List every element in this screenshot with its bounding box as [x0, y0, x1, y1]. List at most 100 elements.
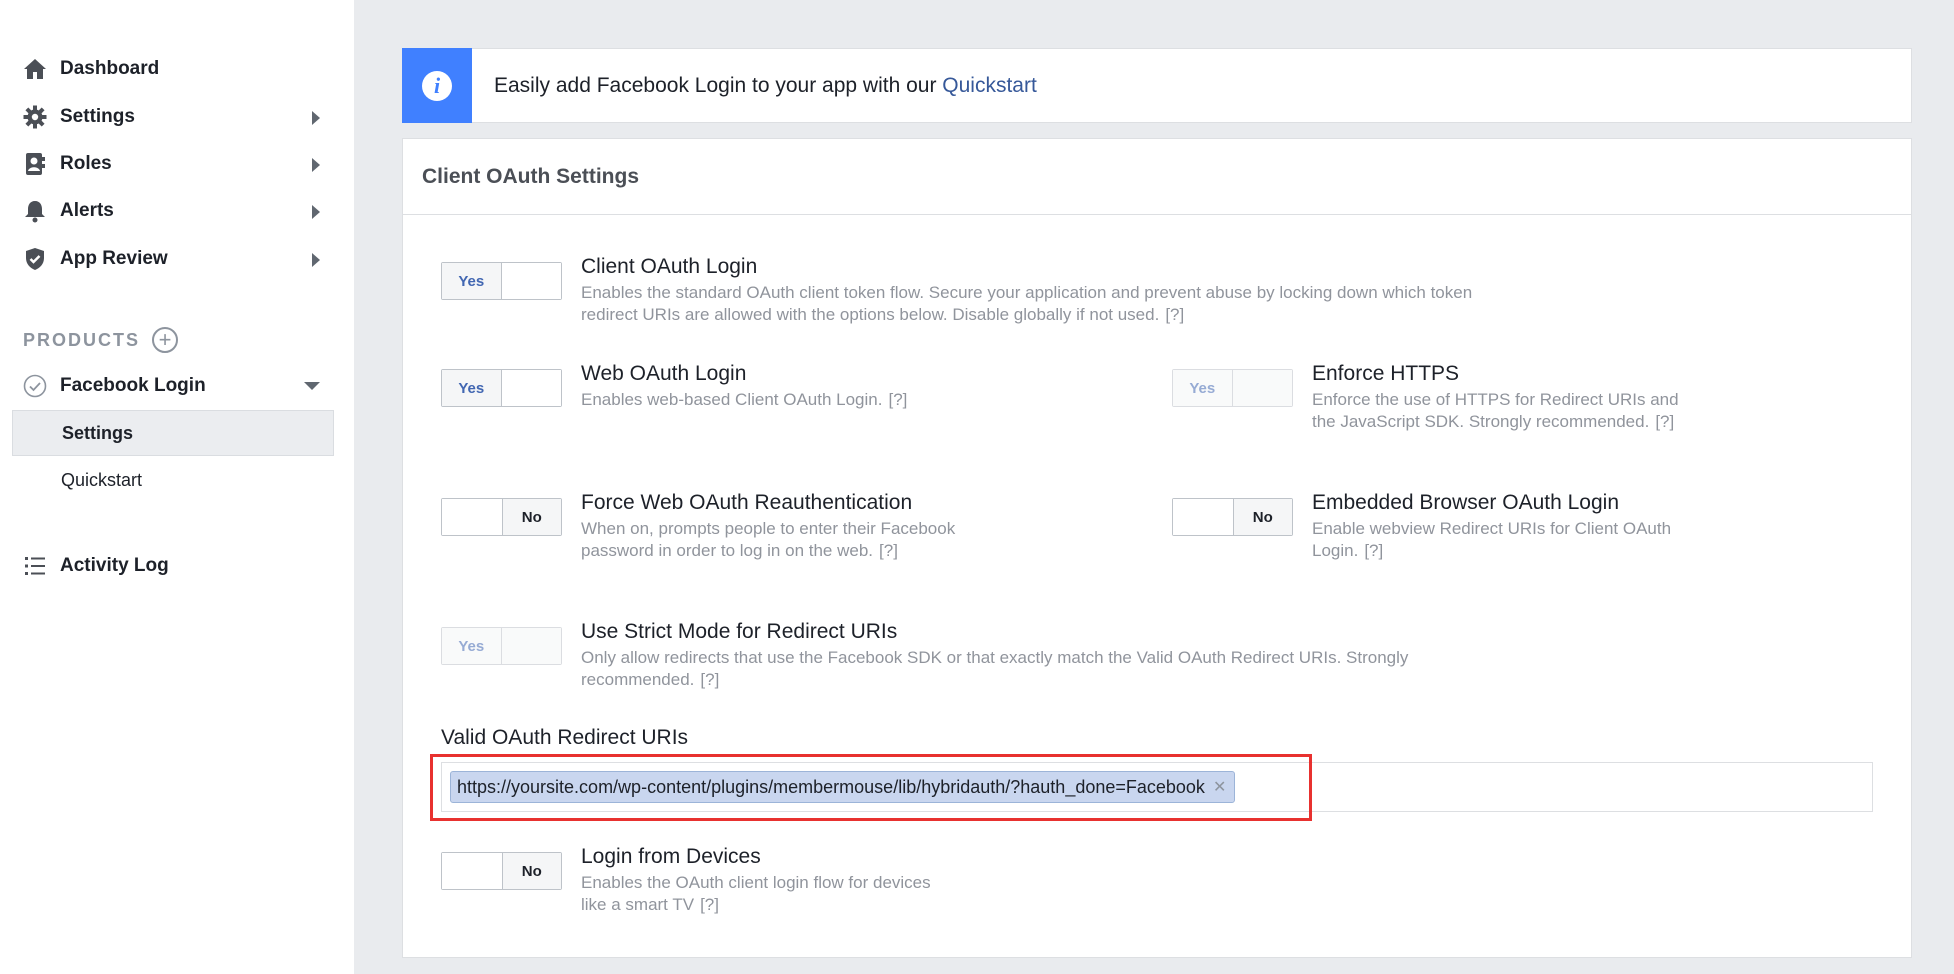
setting-body: Web OAuth Login Enables web-based Client…: [581, 361, 907, 411]
help-link[interactable]: [?]: [888, 390, 907, 409]
setting-description: Enforce the use of HTTPS for Redirect UR…: [1312, 389, 1682, 433]
enforce-https-toggle[interactable]: Yes: [1172, 369, 1293, 407]
toggle-yes-label: Yes: [1173, 370, 1233, 406]
setting-embedded-browser: No Embedded Browser OAuth Login Enable w…: [1172, 490, 1692, 562]
highlight-box: [430, 754, 1312, 821]
setting-login-devices: No Login from Devices Enables the OAuth …: [441, 844, 961, 916]
home-icon: [22, 56, 48, 82]
setting-body: Embedded Browser OAuth Login Enable webv…: [1312, 490, 1682, 562]
banner-message: Easily add Facebook Login to your app wi…: [494, 73, 943, 97]
sidebar: Dashboard Settings Roles Alerts App Revi…: [0, 0, 354, 974]
sidebar-item-app-review[interactable]: App Review: [22, 244, 342, 274]
toggle-yes-label: Yes: [442, 263, 502, 299]
strict-mode-toggle[interactable]: Yes: [441, 627, 562, 665]
shield-check-icon: [22, 246, 48, 272]
client-oauth-login-toggle[interactable]: Yes: [441, 262, 562, 300]
sidebar-item-label: Facebook Login: [60, 375, 206, 396]
setting-title: Use Strict Mode for Redirect URIs: [581, 620, 898, 643]
setting-title: Embedded Browser OAuth Login: [1312, 491, 1620, 514]
sidebar-subitem-label: Quickstart: [61, 469, 143, 490]
sidebar-item-label: App Review: [60, 248, 168, 269]
setting-client-oauth-login: Yes Client OAuth Login Enables the stand…: [441, 254, 1501, 326]
sidebar-item-alerts[interactable]: Alerts: [22, 196, 342, 226]
setting-description: Enable webview Redirect URIs for Client …: [1312, 518, 1682, 562]
sidebar-item-facebook-login[interactable]: Facebook Login: [22, 371, 342, 401]
setting-title: Client OAuth Login: [581, 255, 758, 278]
chevron-down-icon: [304, 382, 320, 390]
setting-desc-text: When on, prompts people to enter their F…: [581, 519, 956, 560]
chevron-right-icon: [312, 253, 320, 267]
setting-desc-text: Enforce the use of HTTPS for Redirect UR…: [1312, 390, 1679, 431]
setting-body: Login from Devices Enables the OAuth cli…: [581, 844, 941, 916]
setting-body: Client OAuth Login Enables the standard …: [581, 254, 1501, 326]
web-oauth-login-toggle[interactable]: Yes: [441, 369, 562, 407]
chevron-right-icon: [312, 158, 320, 172]
help-link[interactable]: [?]: [1165, 305, 1184, 324]
setting-description: Enables the OAuth client login flow for …: [581, 872, 941, 916]
setting-title: Force Web OAuth Reauthentication: [581, 491, 913, 514]
toggle-no-label: No: [501, 853, 561, 889]
setting-body: Enforce HTTPS Enforce the use of HTTPS f…: [1312, 361, 1682, 433]
chevron-right-icon: [312, 205, 320, 219]
products-header: PRODUCTS +: [23, 327, 179, 353]
setting-force-reauth: No Force Web OAuth Reauthentication When…: [441, 490, 961, 562]
info-icon: i: [422, 70, 452, 101]
sidebar-item-dashboard[interactable]: Dashboard: [22, 54, 342, 84]
sidebar-subitem-quickstart[interactable]: Quickstart: [12, 457, 334, 503]
quickstart-banner: i Easily add Facebook Login to your app …: [402, 48, 1912, 123]
toggle-blank: [442, 853, 502, 889]
toggle-yes-label: Yes: [442, 370, 502, 406]
check-circle-icon: [22, 373, 48, 399]
setting-description: Enables web-based Client OAuth Login. [?]: [581, 389, 907, 411]
toggle-blank: [501, 370, 561, 406]
setting-desc-text: Enables the standard OAuth client token …: [581, 283, 1473, 324]
sidebar-subitem-label: Settings: [62, 422, 134, 443]
redirect-uris-label: Valid OAuth Redirect URIs: [441, 726, 689, 749]
setting-body: Use Strict Mode for Redirect URIs Only a…: [581, 619, 1521, 691]
setting-enforce-https: Yes Enforce HTTPS Enforce the use of HTT…: [1172, 361, 1692, 433]
setting-description: Only allow redirects that use the Facebo…: [581, 647, 1521, 691]
gear-icon: [22, 104, 48, 130]
toggle-no-label: No: [1232, 499, 1292, 535]
setting-body: Force Web OAuth Reauthentication When on…: [581, 490, 961, 562]
quickstart-link[interactable]: Quickstart: [942, 74, 1037, 97]
sidebar-item-label: Activity Log: [60, 555, 169, 576]
setting-description: Enables the standard OAuth client token …: [581, 282, 1501, 326]
products-label: PRODUCTS: [23, 329, 141, 350]
toggle-blank: [1173, 499, 1233, 535]
setting-title: Login from Devices: [581, 845, 761, 868]
toggle-blank: [442, 499, 502, 535]
help-link[interactable]: [?]: [1364, 541, 1383, 560]
info-icon-box: i: [402, 48, 472, 123]
toggle-blank: [501, 628, 561, 664]
toggle-yes-label: Yes: [442, 628, 502, 664]
sidebar-item-label: Alerts: [60, 200, 114, 221]
setting-strict-mode: Yes Use Strict Mode for Redirect URIs On…: [441, 619, 1521, 691]
login-devices-toggle[interactable]: No: [441, 852, 562, 890]
setting-desc-text: Enables web-based Client OAuth Login.: [581, 390, 883, 409]
sidebar-subitem-settings[interactable]: Settings: [12, 410, 334, 456]
setting-title: Enforce HTTPS: [1312, 362, 1460, 385]
toggle-blank: [501, 263, 561, 299]
help-link[interactable]: [?]: [879, 541, 898, 560]
setting-desc-text: Enables the OAuth client login flow for …: [581, 873, 931, 914]
sidebar-item-activity-log[interactable]: Activity Log: [22, 551, 342, 581]
banner-text: Easily add Facebook Login to your app wi…: [494, 74, 1037, 98]
force-reauth-toggle[interactable]: No: [441, 498, 562, 536]
bell-icon: [22, 198, 48, 224]
help-link[interactable]: [?]: [700, 670, 719, 689]
sidebar-item-label: Settings: [60, 106, 135, 127]
help-link[interactable]: [?]: [1655, 412, 1674, 431]
setting-title: Web OAuth Login: [581, 362, 747, 385]
roles-icon: [22, 151, 48, 177]
list-icon: [22, 553, 48, 579]
help-link[interactable]: [?]: [700, 895, 719, 914]
setting-description: When on, prompts people to enter their F…: [581, 518, 961, 562]
sidebar-item-settings[interactable]: Settings: [22, 102, 342, 132]
sidebar-item-roles[interactable]: Roles: [22, 149, 342, 179]
sidebar-item-label: Dashboard: [60, 58, 160, 79]
embedded-browser-toggle[interactable]: No: [1172, 498, 1293, 536]
setting-web-oauth-login: Yes Web OAuth Login Enables web-based Cl…: [441, 361, 1131, 411]
toggle-no-label: No: [501, 499, 561, 535]
add-product-button[interactable]: +: [152, 327, 179, 353]
